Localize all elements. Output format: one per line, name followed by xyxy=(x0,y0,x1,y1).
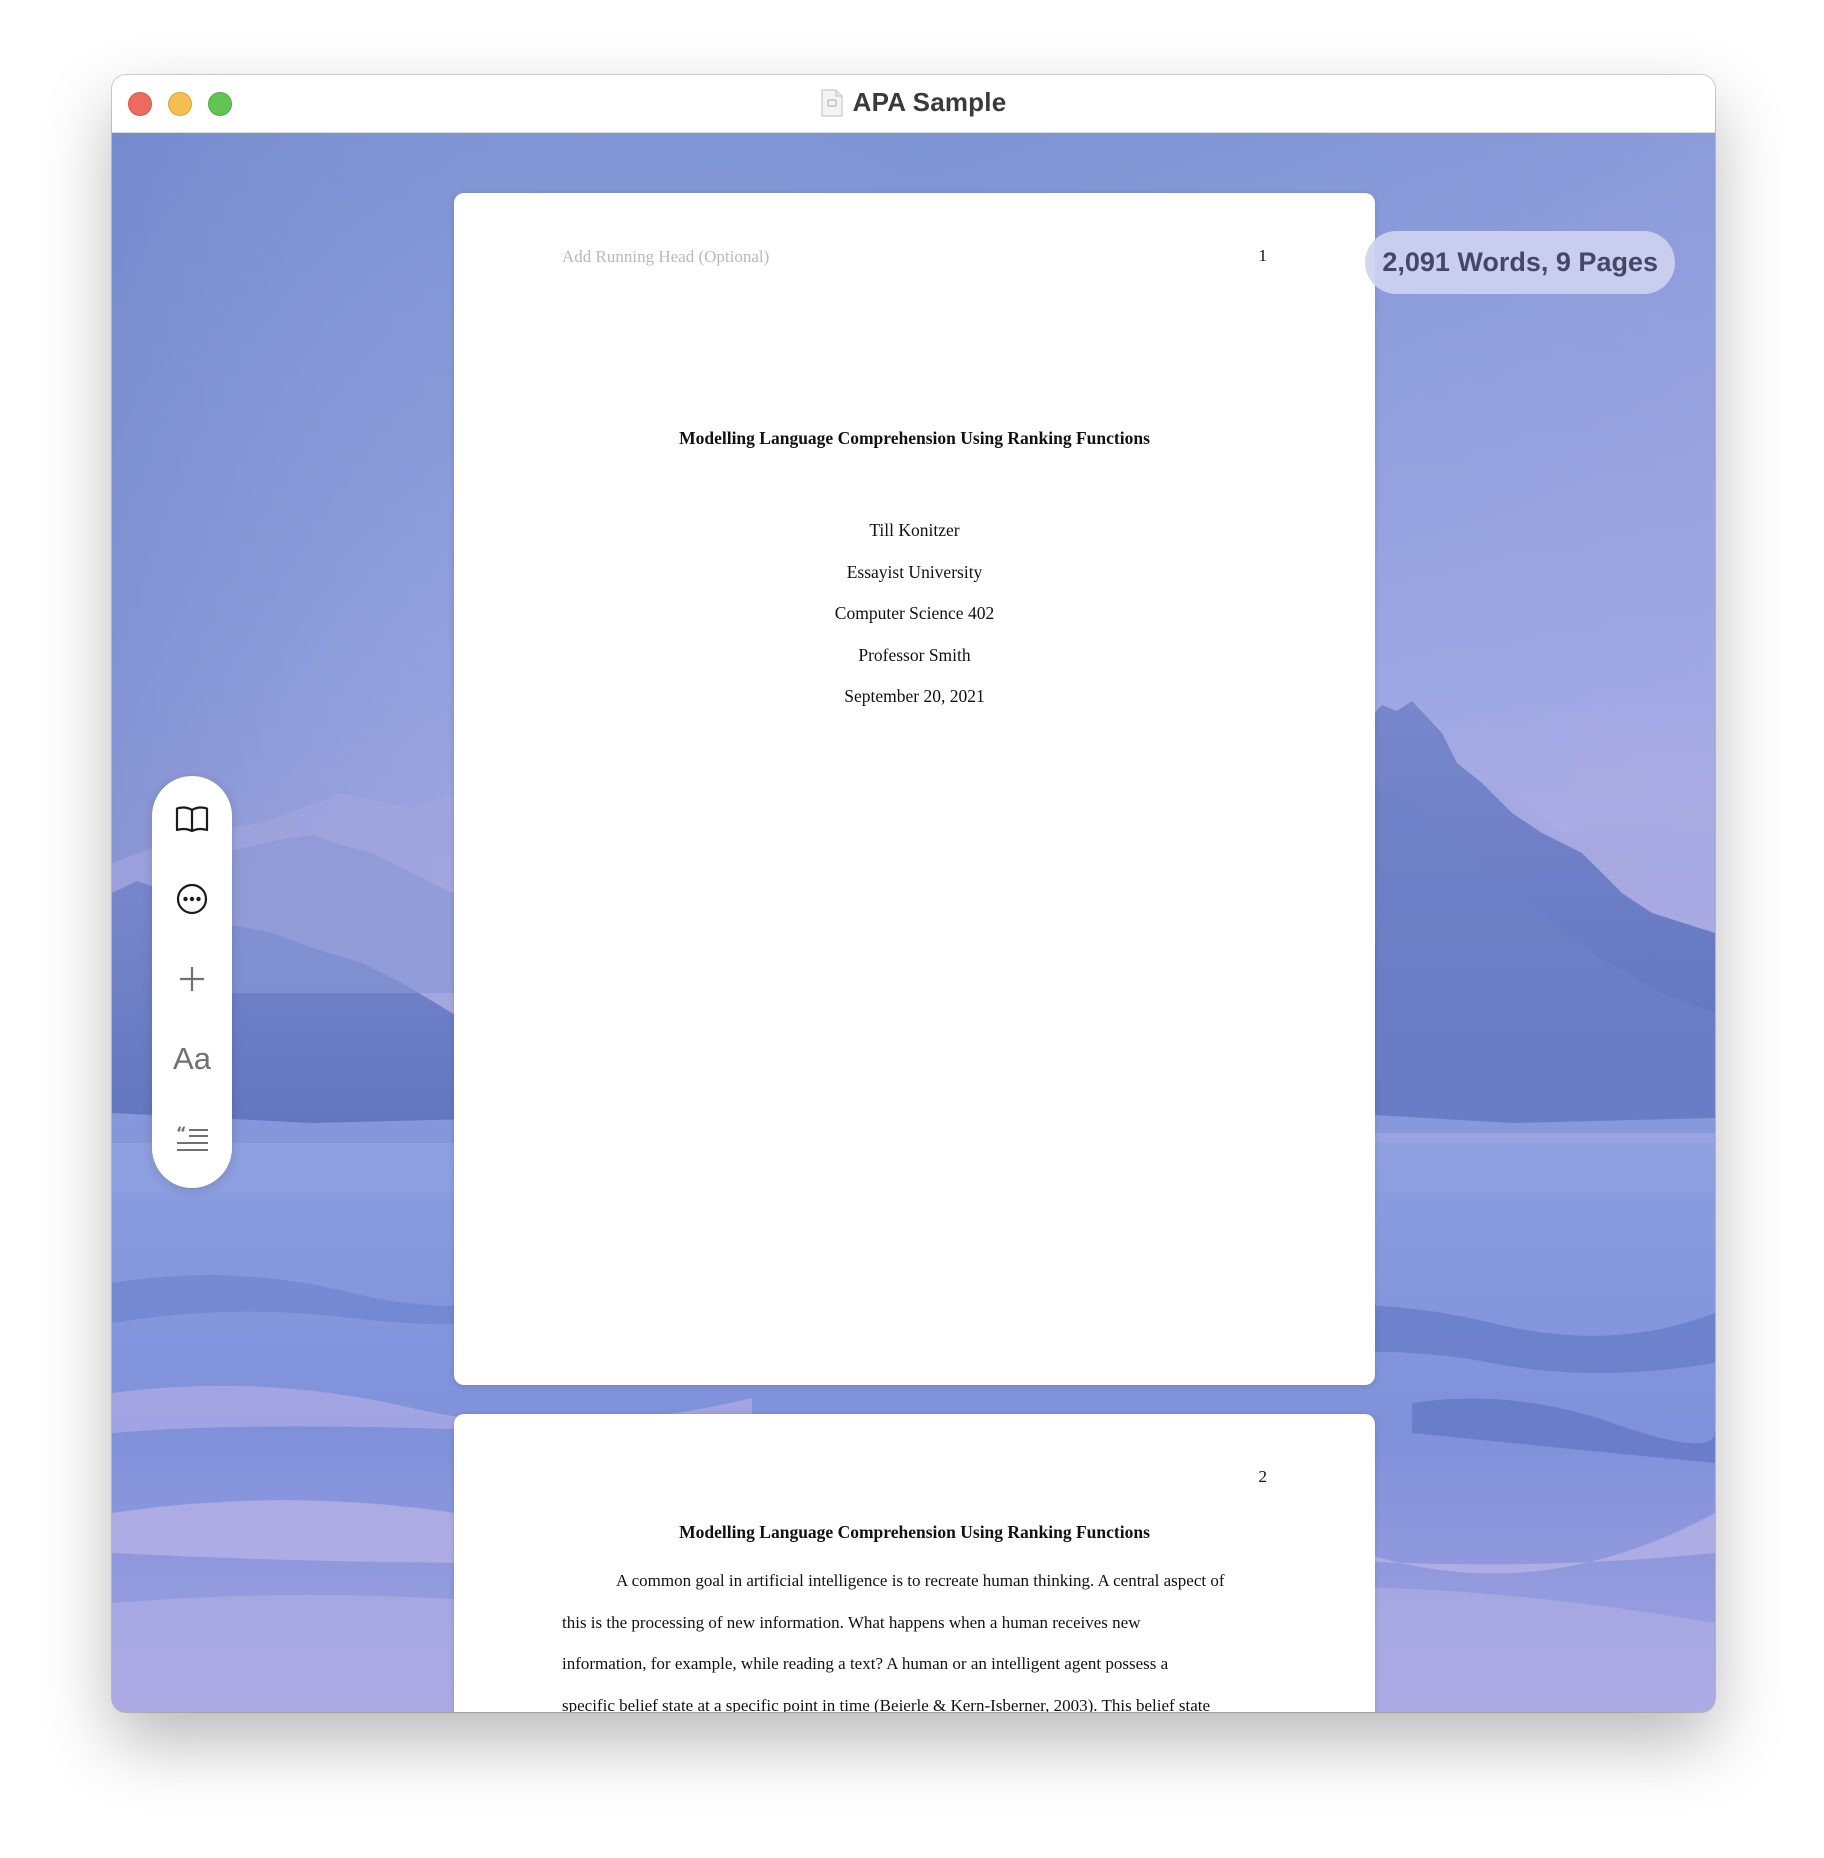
floating-toolbar: Aa “ xyxy=(152,776,232,1188)
title-page-info: Till Konitzer Essayist University Comput… xyxy=(454,510,1375,718)
library-button[interactable] xyxy=(152,789,232,849)
book-icon xyxy=(175,806,209,833)
course-name[interactable]: Computer Science 402 xyxy=(454,593,1375,635)
word-count-badge[interactable]: 2,091 Words, 9 Pages xyxy=(1365,231,1675,294)
plus-icon xyxy=(180,967,204,991)
window-title: APA Sample xyxy=(852,87,1007,117)
more-options-icon xyxy=(176,883,208,915)
document-page-1[interactable]: Add Running Head (Optional) 1 Modelling … xyxy=(454,193,1375,1385)
app-window: APA Sample Add Running Head (Optional) 1… xyxy=(112,75,1715,1712)
body-line: specific belief state at a specific poin… xyxy=(562,1695,1211,1713)
body-line: information, for example, while reading … xyxy=(562,1654,1169,1673)
body-line: this is the processing of new informatio… xyxy=(562,1612,1141,1632)
paper-date[interactable]: September 20, 2021 xyxy=(454,676,1375,718)
body-line: A common goal in artificial intelligence… xyxy=(616,1571,1225,1590)
citation-button[interactable]: “ xyxy=(152,1109,232,1169)
more-options-button[interactable] xyxy=(152,869,232,929)
font-format-icon: Aa xyxy=(173,1041,211,1076)
running-head-placeholder[interactable]: Add Running Head (Optional) xyxy=(562,247,769,267)
title-bar: APA Sample xyxy=(112,75,1715,133)
document-page-2[interactable]: 2 Modelling Language Comprehension Using… xyxy=(454,1414,1375,1712)
institution[interactable]: Essayist University xyxy=(454,552,1375,594)
paper-title[interactable]: Modelling Language Comprehension Using R… xyxy=(454,428,1375,449)
font-format-button[interactable]: Aa xyxy=(152,1029,232,1089)
svg-text:“: “ xyxy=(176,1124,187,1142)
citation-icon: “ xyxy=(176,1124,208,1151)
page-number: 1 xyxy=(1258,246,1268,265)
page-number: 2 xyxy=(1258,1467,1268,1486)
instructor-name[interactable]: Professor Smith xyxy=(454,635,1375,677)
document-icon xyxy=(821,88,843,117)
section-title[interactable]: Modelling Language Comprehension Using R… xyxy=(454,1522,1375,1543)
add-button[interactable] xyxy=(152,949,232,1009)
body-paragraph[interactable]: A common goal in artificial intelligence… xyxy=(562,1560,1267,1712)
window-title-group: APA Sample xyxy=(112,87,1715,118)
editor-canvas[interactable]: Add Running Head (Optional) 1 Modelling … xyxy=(112,133,1715,1712)
author-name[interactable]: Till Konitzer xyxy=(454,510,1375,552)
